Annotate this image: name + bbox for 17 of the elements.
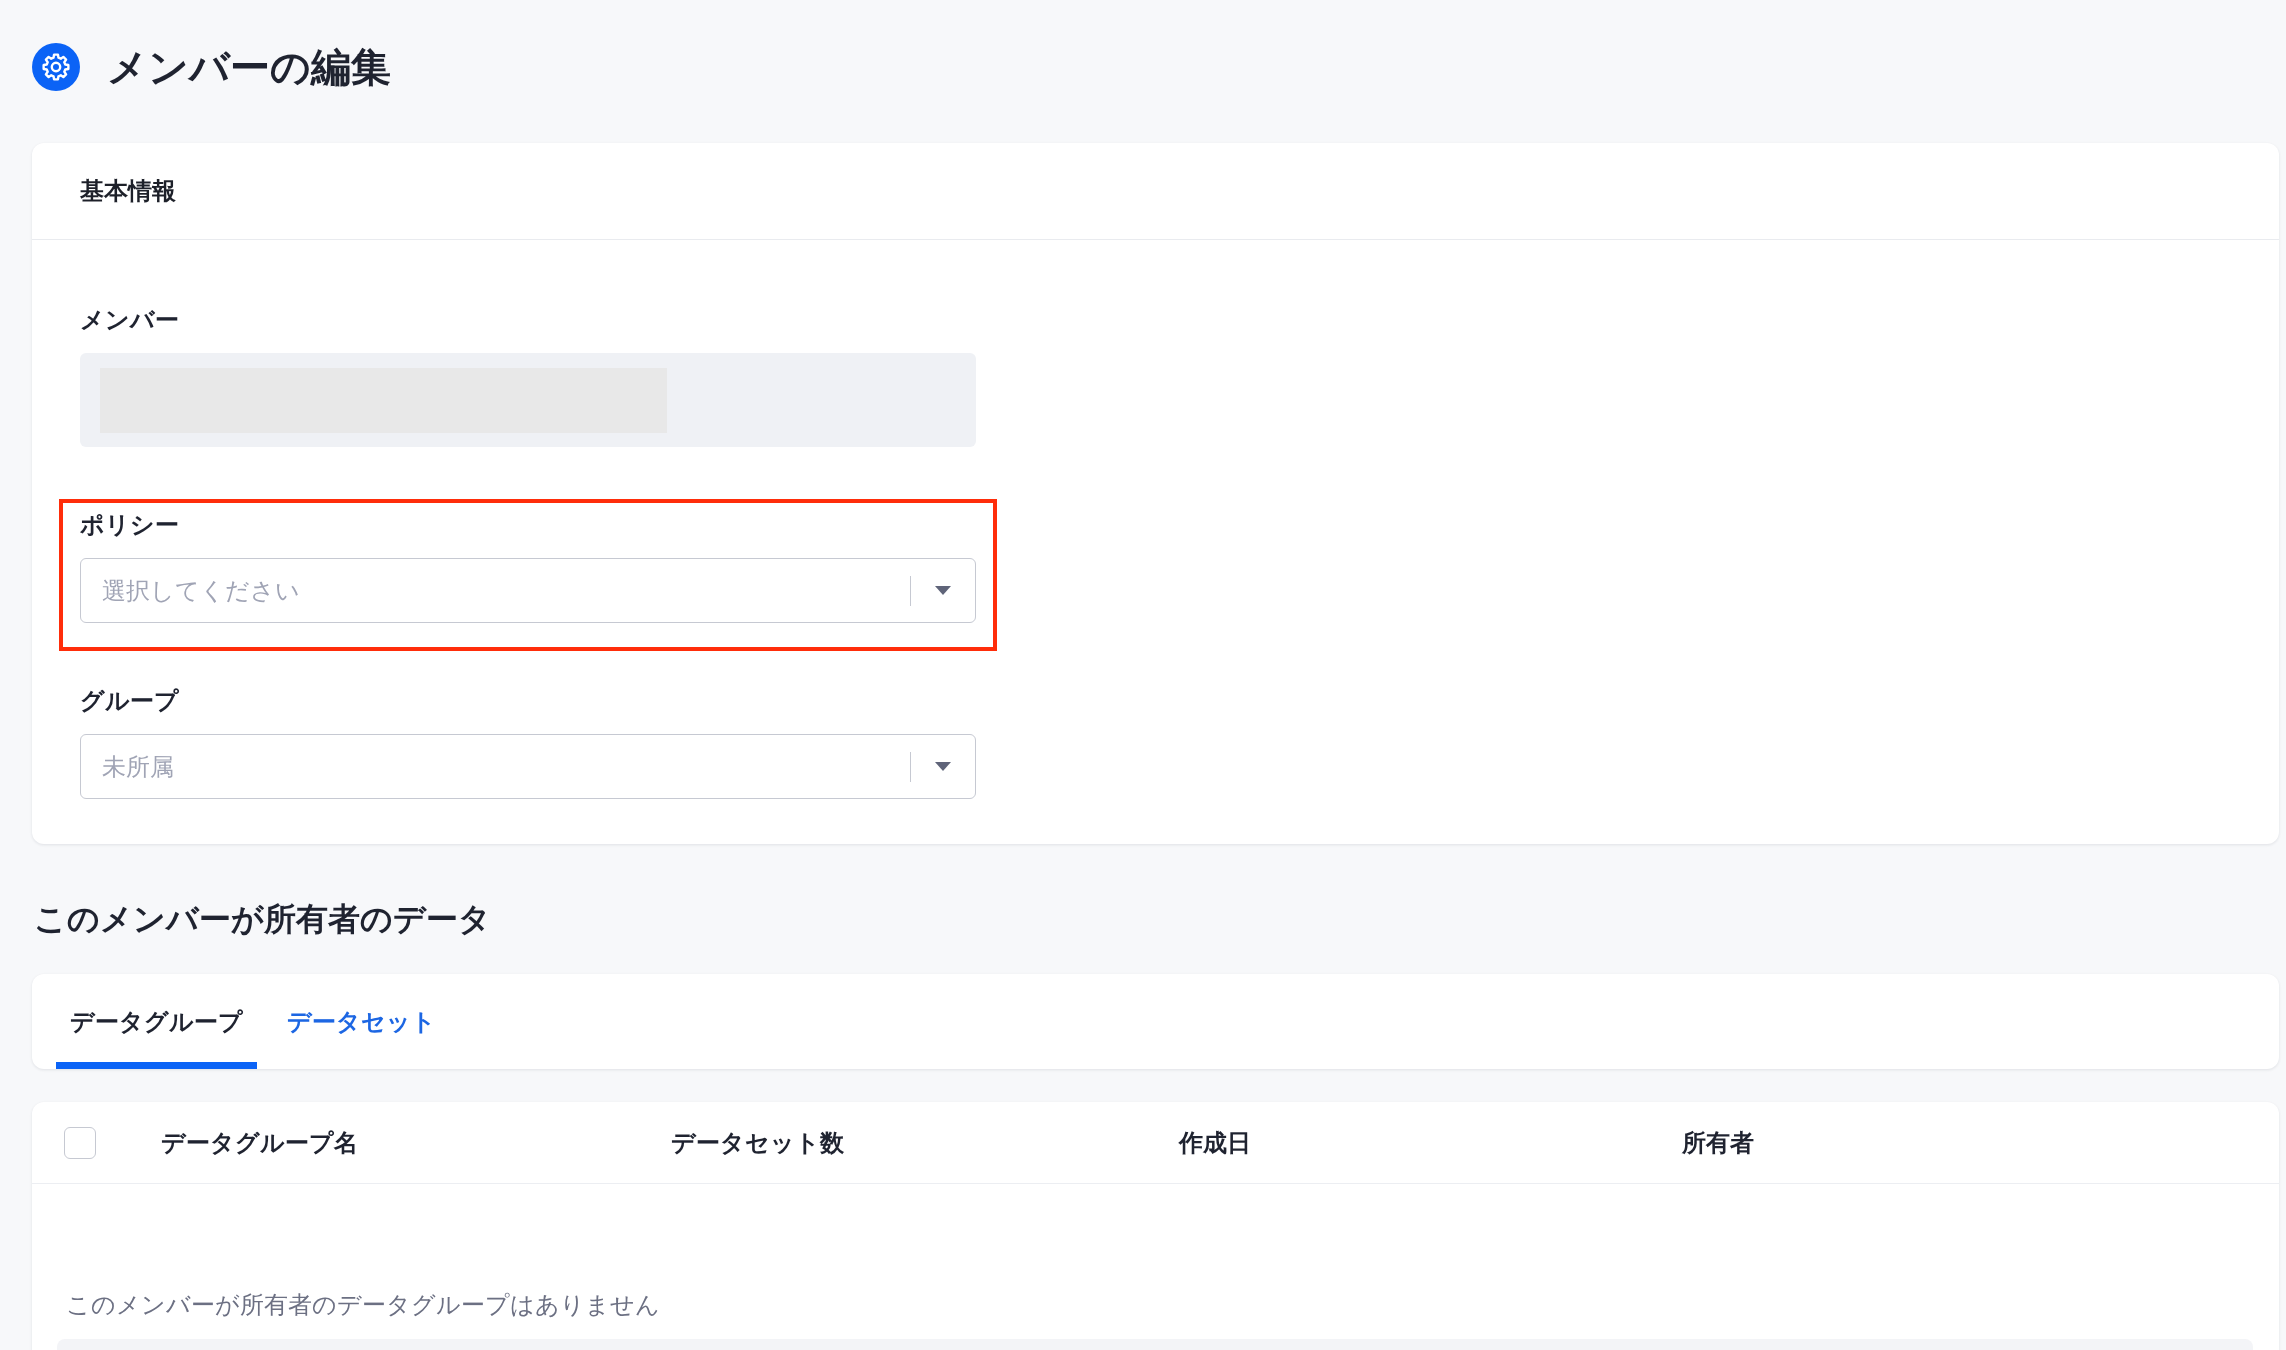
- caret-icon: [935, 586, 951, 595]
- empty-message: このメンバーが所有者のデータグループはありません: [66, 1290, 660, 1320]
- tab[interactable]: データセット: [273, 974, 450, 1069]
- field-label: メンバー: [80, 305, 179, 335]
- field-label: グループ: [80, 686, 179, 716]
- caret-icon: [935, 762, 951, 771]
- section-title: このメンバーが所有者のデータ: [34, 899, 491, 939]
- page-title: メンバーの編集: [107, 43, 391, 91]
- column-header: 所有者: [1682, 1128, 1754, 1157]
- tab[interactable]: データグループ: [56, 974, 257, 1069]
- column-header: データグループ名: [161, 1128, 358, 1157]
- column-header: 作成日: [1179, 1128, 1251, 1157]
- card-title: 基本情報: [80, 176, 176, 206]
- field-label: ポリシー: [80, 510, 179, 540]
- settings-gear-icon: [32, 43, 80, 91]
- select-all-checkbox[interactable]: [64, 1126, 96, 1159]
- column-header: データセット数: [671, 1128, 844, 1157]
